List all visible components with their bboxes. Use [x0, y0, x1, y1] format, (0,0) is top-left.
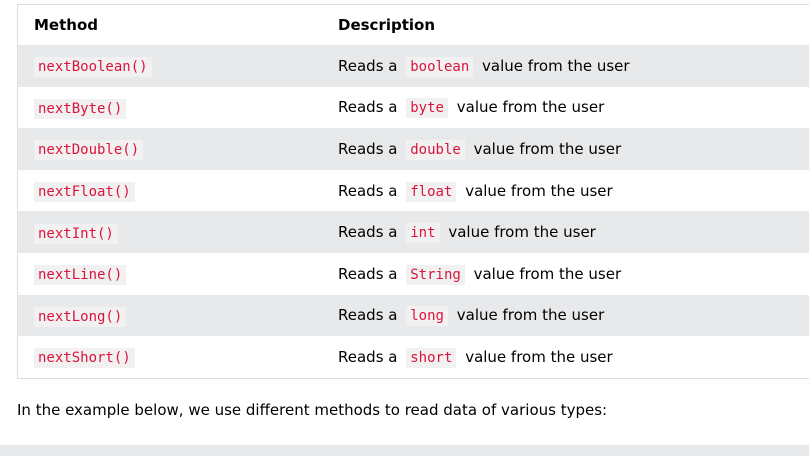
description-suffix: value from the user — [473, 264, 622, 283]
description-suffix: value from the user — [456, 98, 605, 117]
table-row: nextByte() Reads a byte value from the u… — [18, 86, 809, 129]
header-method: Method — [34, 16, 98, 34]
method-name: nextBoolean() — [34, 57, 152, 78]
type-name: String — [406, 264, 465, 285]
type-name: double — [406, 139, 465, 160]
description-suffix: value from the user — [456, 306, 605, 325]
description-prefix: Reads a — [338, 181, 398, 200]
method-name: nextByte() — [34, 98, 127, 119]
description-prefix: Reads a — [338, 223, 398, 242]
method-name: nextInt() — [34, 223, 118, 244]
type-name: short — [406, 347, 457, 368]
type-name: int — [406, 223, 440, 244]
description-prefix: Reads a — [338, 98, 398, 117]
description-prefix: Reads a — [338, 56, 398, 75]
description-suffix: value from the user — [482, 56, 630, 75]
table-row: nextBoolean() Reads a boolean value from… — [18, 45, 809, 87]
table-row: nextDouble() Reads a double value from t… — [18, 128, 809, 170]
description-suffix: value from the user — [473, 139, 622, 158]
header-description: Description — [338, 16, 436, 34]
method-name: nextLong() — [34, 306, 127, 327]
type-name: float — [406, 181, 457, 202]
code-example-box — [0, 445, 809, 456]
description-prefix: Reads a — [338, 306, 398, 325]
type-name: boolean — [406, 56, 474, 77]
table-row: nextLine() Reads a String value from the… — [18, 252, 809, 295]
description-prefix: Reads a — [338, 347, 398, 366]
method-name: nextFloat() — [34, 182, 135, 203]
description-suffix: value from the user — [465, 181, 613, 200]
description-prefix: Reads a — [338, 139, 398, 158]
table-row: nextShort() Reads a short value from the… — [18, 336, 809, 378]
table-row: nextLong() Reads a long value from the u… — [18, 294, 809, 337]
description-suffix: value from the user — [448, 223, 596, 242]
table-row: nextFloat() Reads a float value from the… — [18, 169, 809, 212]
table-row: nextInt() Reads a int value from the use… — [18, 211, 809, 253]
method-name: nextLine() — [34, 265, 127, 286]
method-name: nextShort() — [34, 348, 135, 369]
description-suffix: value from the user — [465, 347, 613, 366]
methods-table: Method Description nextBoolean() Reads a… — [17, 4, 809, 379]
intro-paragraph: In the example below, we use different m… — [17, 401, 608, 419]
type-name: long — [406, 306, 448, 327]
type-name: byte — [406, 98, 448, 119]
table-header-row: Method Description — [18, 5, 809, 45]
method-name: nextDouble() — [34, 140, 144, 161]
description-prefix: Reads a — [338, 264, 398, 283]
